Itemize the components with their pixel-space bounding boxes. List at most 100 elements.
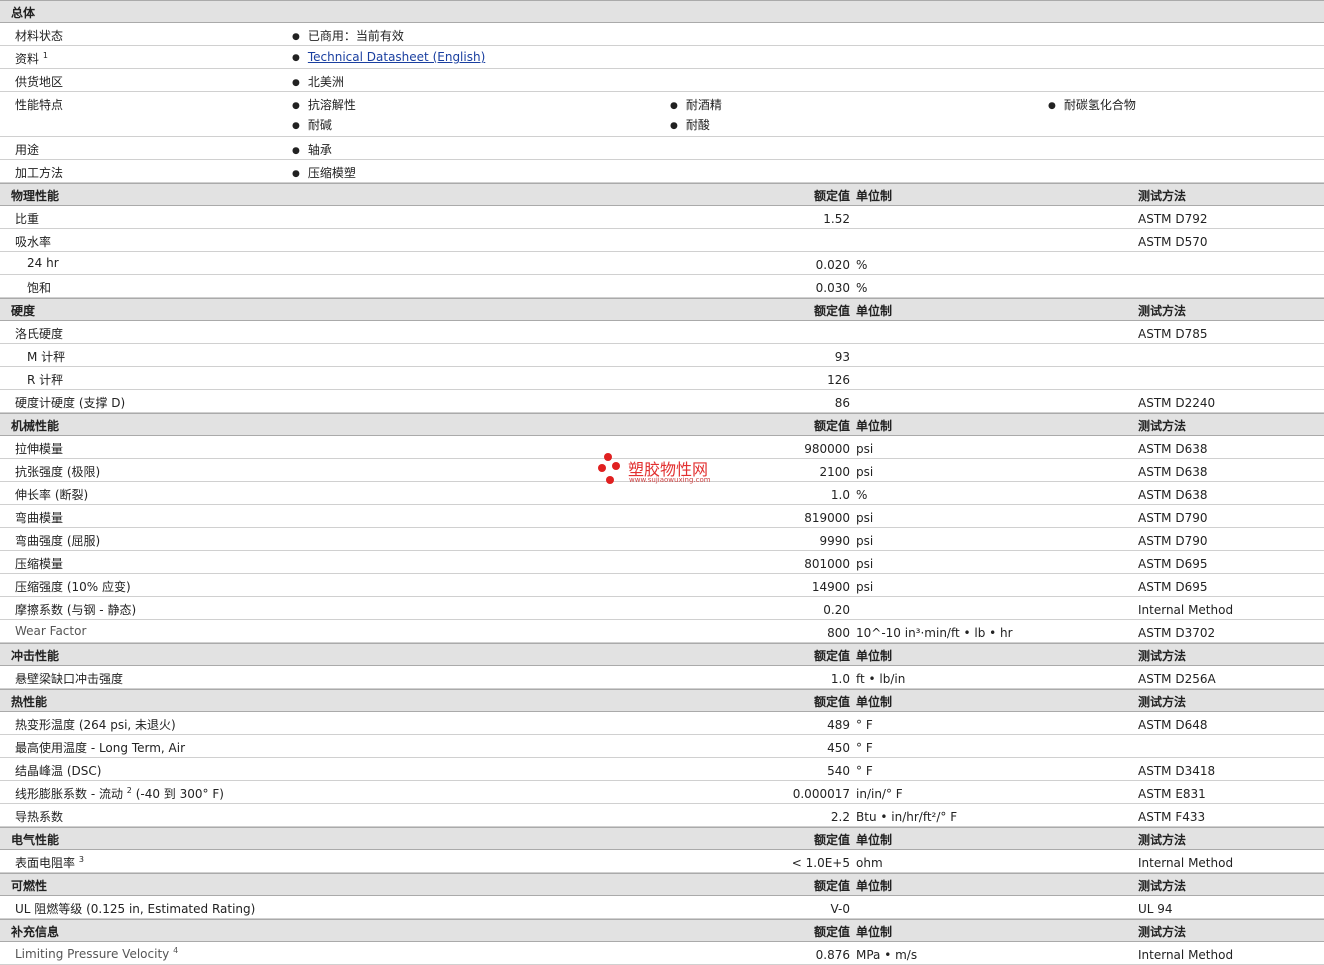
section-title: 热性能 — [11, 695, 48, 709]
property-row: 伸长率 (断裂) 1.0 % ASTM D638 — [0, 482, 1324, 505]
feature-item: 抗溶解性 — [292, 96, 356, 113]
property-row: Wear Factor 800 10^-10 in³·min/ft • lb •… — [0, 620, 1324, 643]
section-title: 硬度 — [11, 304, 36, 318]
method-header: 测试方法 — [1138, 695, 1187, 709]
property-label: Limiting Pressure Velocity 4 — [15, 946, 179, 961]
section-general: 总体 — [0, 0, 1324, 23]
property-label: 摩擦系数 (与钢 - 静态) — [15, 603, 137, 617]
property-unit: ohm — [856, 856, 883, 870]
test-method: ASTM F433 — [1138, 810, 1206, 824]
method-header: 测试方法 — [1138, 419, 1187, 433]
unit-header: 单位制 — [856, 695, 893, 709]
section-hardness: 硬度 额定值 单位制 测试方法 — [0, 298, 1324, 321]
property-value: 2.2 — [830, 810, 850, 824]
datasheet-link[interactable]: Technical Datasheet (English) — [308, 50, 485, 64]
value-header: 额定值 — [813, 833, 850, 847]
test-method: ASTM D695 — [1138, 557, 1208, 571]
test-method: Internal Method — [1138, 856, 1234, 870]
material-status-row: 材料状态 已商用：当前有效 — [0, 23, 1324, 46]
property-row: 压缩模量 801000 psi ASTM D695 — [0, 551, 1324, 574]
test-method: ASTM D3702 — [1138, 626, 1216, 640]
property-value: 14900 — [811, 580, 850, 594]
uses-value: 轴承 — [292, 141, 332, 158]
property-value: < 1.0E+5 — [791, 856, 850, 870]
property-unit: MPa • m/s — [856, 948, 918, 962]
section-title: 机械性能 — [11, 419, 60, 433]
property-row: 弯曲强度 (屈服) 9990 psi ASTM D790 — [0, 528, 1324, 551]
uses-row: 用途 轴承 — [0, 137, 1324, 160]
property-value: 540 — [827, 764, 850, 778]
property-unit: % — [856, 281, 868, 295]
property-label: 压缩模量 — [15, 557, 64, 571]
property-label: 吸水率 — [15, 235, 52, 249]
property-label: 弯曲强度 (屈服) — [15, 534, 101, 548]
test-method: ASTM D2240 — [1138, 396, 1216, 410]
property-row: 最高使用温度 - Long Term, Air 450 ° F — [0, 735, 1324, 758]
property-value: 126 — [827, 373, 850, 387]
value-header: 额定值 — [813, 649, 850, 663]
property-value: 0.020 — [815, 258, 850, 272]
property-row: 饱和 0.030 % — [0, 275, 1324, 298]
property-unit: ° F — [856, 718, 873, 732]
property-value: 801000 — [804, 557, 850, 571]
property-value: 86 — [834, 396, 850, 410]
property-unit: psi — [856, 465, 874, 479]
molecule-dots-icon — [598, 453, 620, 484]
feature-item: 耐碳氢化合物 — [1048, 96, 1136, 113]
section-thermal: 热性能 额定值 单位制 测试方法 — [0, 689, 1324, 712]
property-value: 0.000017 — [792, 787, 850, 801]
property-value: 1.0 — [830, 672, 850, 686]
property-unit: psi — [856, 442, 874, 456]
property-unit: Btu • in/hr/ft²/° F — [856, 810, 958, 824]
method-header: 测试方法 — [1138, 833, 1187, 847]
value-header: 额定值 — [813, 925, 850, 939]
row-label: 用途 — [15, 143, 40, 157]
property-row: 结晶峰温 (DSC) 540 ° F ASTM D3418 — [0, 758, 1324, 781]
property-value: 0.20 — [823, 603, 850, 617]
property-label: 压缩强度 (10% 应变) — [15, 580, 131, 594]
section-physical: 物理性能 额定值 单位制 测试方法 — [0, 183, 1324, 206]
value-header: 额定值 — [813, 304, 850, 318]
property-row: 压缩强度 (10% 应变) 14900 psi ASTM D695 — [0, 574, 1324, 597]
property-row: 吸水率 ASTM D570 — [0, 229, 1324, 252]
section-title: 电气性能 — [11, 833, 60, 847]
property-value: 93 — [834, 350, 850, 364]
test-method: ASTM D790 — [1138, 534, 1208, 548]
property-unit: % — [856, 488, 868, 502]
section-title: 补充信息 — [11, 925, 60, 939]
test-method: ASTM D648 — [1138, 718, 1208, 732]
test-method: UL 94 — [1138, 902, 1173, 916]
section-flammability: 可燃性 额定值 单位制 测试方法 — [0, 873, 1324, 896]
property-row: Limiting Pressure Velocity 4 0.876 MPa •… — [0, 942, 1324, 965]
method-header: 测试方法 — [1138, 879, 1187, 893]
value-header: 额定值 — [813, 695, 850, 709]
row-label: 加工方法 — [15, 166, 64, 180]
property-label: 洛氏硬度 — [15, 327, 64, 341]
property-value: 450 — [827, 741, 850, 755]
value-header: 额定值 — [813, 419, 850, 433]
value-header: 额定值 — [813, 879, 850, 893]
property-label: Wear Factor — [15, 624, 87, 638]
property-unit: in/in/° F — [856, 787, 903, 801]
test-method: ASTM D3418 — [1138, 764, 1216, 778]
property-label: M 计秤 — [27, 350, 66, 364]
test-method: ASTM D785 — [1138, 327, 1208, 341]
test-method: Internal Method — [1138, 948, 1234, 962]
property-unit: psi — [856, 511, 874, 525]
feature-item: 耐酸 — [670, 116, 710, 133]
row-label: 资料 1 — [15, 51, 48, 66]
property-label: 硬度计硬度 (支撑 D) — [15, 396, 126, 410]
property-value: V-0 — [830, 902, 850, 916]
property-label: 弯曲模量 — [15, 511, 64, 525]
property-unit: psi — [856, 557, 874, 571]
method-header: 测试方法 — [1138, 925, 1187, 939]
property-unit: ° F — [856, 764, 873, 778]
test-method: ASTM E831 — [1138, 787, 1206, 801]
property-label: 热变形温度 (264 psi, 未退火) — [15, 718, 176, 732]
property-value: 9990 — [819, 534, 850, 548]
test-method: ASTM D695 — [1138, 580, 1208, 594]
property-row: 线形膨胀系数 - 流动 2 (-40 到 300° F) 0.000017 in… — [0, 781, 1324, 804]
method-header: 测试方法 — [1138, 649, 1187, 663]
property-value: 0.876 — [815, 948, 850, 962]
section-title: 总体 — [11, 6, 36, 20]
